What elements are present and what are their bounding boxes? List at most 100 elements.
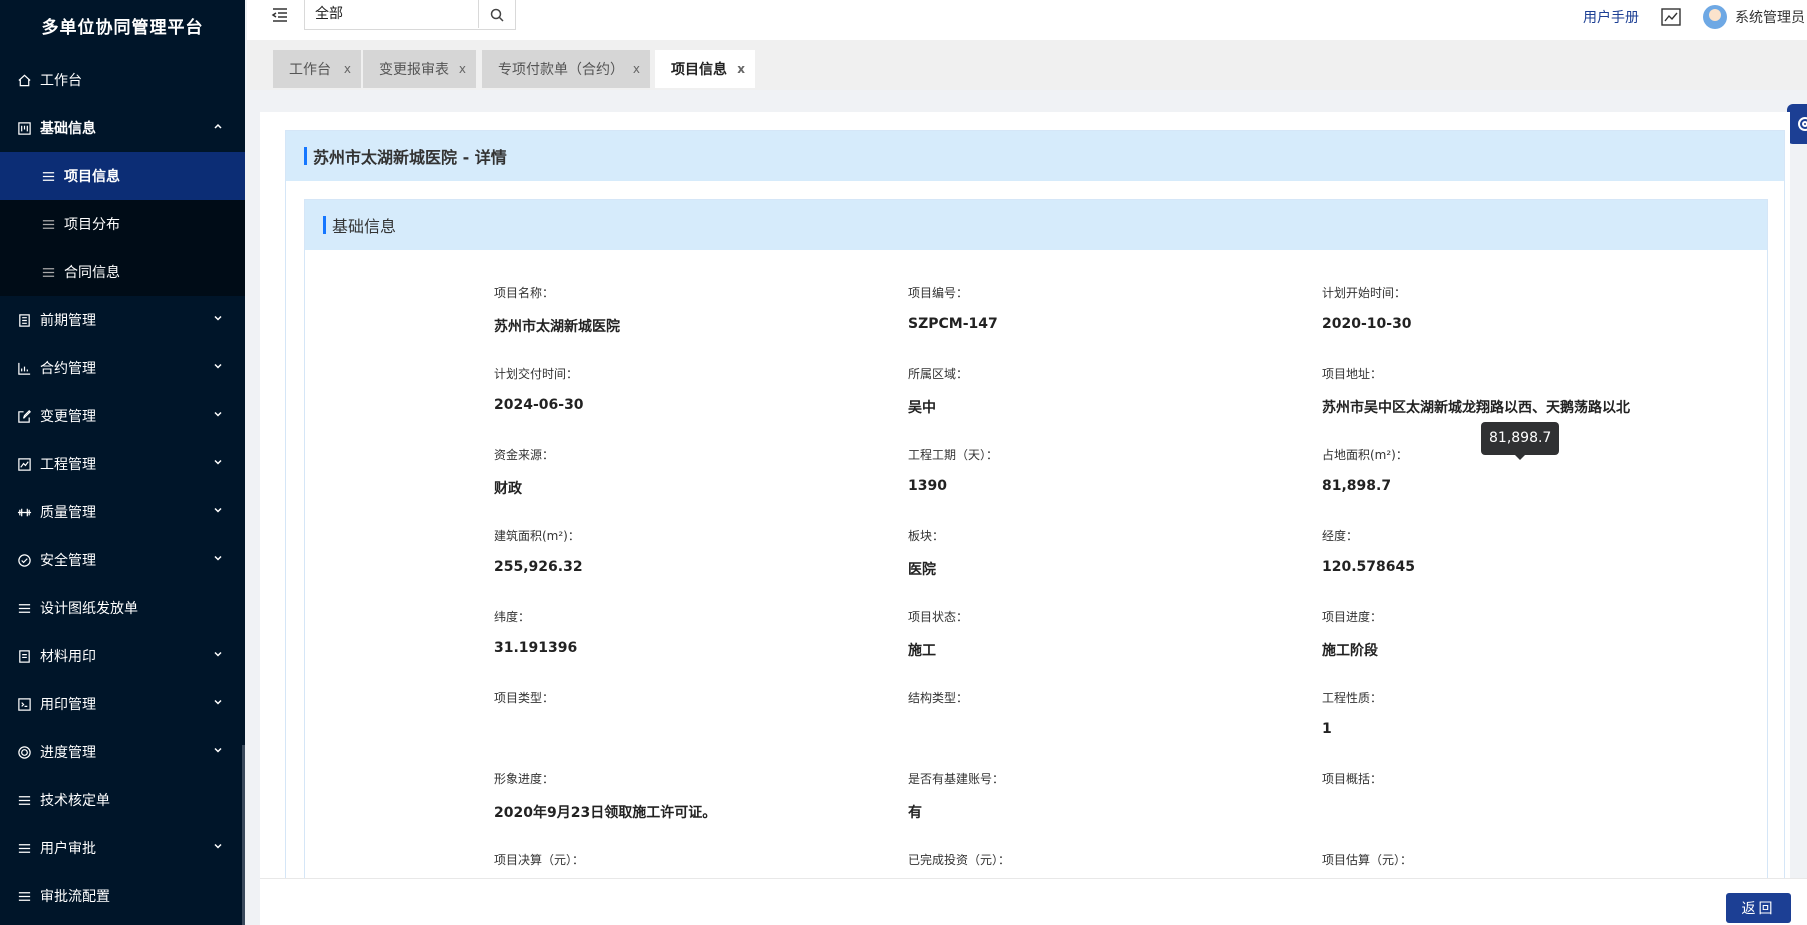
avatar[interactable] [1703,5,1727,29]
list-icon [40,216,56,232]
chevron-down-icon [214,699,222,705]
gear-icon [1798,117,1807,131]
field-value: 医院 [908,562,936,578]
field-region: 所属区域： 吴中 [908,365,1288,417]
dashboard-icon [16,120,32,136]
chevron-down-icon [214,555,222,561]
tab-bar: 工作台 x 变更报审表 x 专项付款单（合约） x 项目信息 x [247,40,1807,144]
line-chart-icon[interactable] [1661,8,1681,26]
sidebar-item-project-info[interactable]: 项目信息 [0,152,245,200]
sidebar-item-approval-flow[interactable]: 审批流配置 [0,872,245,920]
field-duration: 工程工期（天）： 1390 [908,446,1288,498]
sidebar-item-label: 设计图纸发放单 [40,601,138,617]
chevron-up-icon [214,123,222,129]
search-select: 全部 [304,0,516,30]
document-icon [16,312,32,328]
footer-bar: 返回 [260,878,1807,925]
close-icon[interactable]: x [737,62,745,76]
sidebar-item-progress-mgmt[interactable]: 进度管理 [0,728,245,776]
field-estimate: 项目估算（元）： [1322,851,1702,879]
sidebar-item-quality-mgmt[interactable]: 质量管理 [0,488,245,536]
field-fund-source: 资金来源： 财政 [494,446,874,498]
field-label: 资金来源： [494,448,555,462]
section-accent-bar [323,216,326,234]
chevron-down-icon [214,747,222,753]
user-manual-link[interactable]: 用户手册 [1583,7,1639,27]
chevron-down-icon [214,363,222,369]
sidebar-item-label: 安全管理 [40,553,96,569]
username[interactable]: 系统管理员 [1735,7,1805,27]
sidebar-item-material-seal[interactable]: 材料用印 [0,632,245,680]
close-icon[interactable]: x [344,62,351,76]
sidebar-item-change-mgmt[interactable]: 变更管理 [0,392,245,440]
sidebar-item-workbench[interactable]: 工作台 [0,56,245,104]
sidebar-item-project-distribution[interactable]: 项目分布 [0,200,245,248]
field-value: 120.578645 [1322,559,1415,575]
sidebar-item-user-approval[interactable]: 用户审批 [0,824,245,872]
field-value: 苏州市太湖新城医院 [494,319,620,335]
search-input[interactable]: 全部 [305,0,479,28]
field-value [908,721,1288,741]
list-icon [16,600,32,616]
tab-project-info[interactable]: 项目信息 x [655,50,755,88]
field-value: 2020-10-30 [1322,316,1412,332]
detail-header: 苏州市太湖新城医院 - 详情 [286,131,1784,181]
field-label: 项目状态： [908,610,969,624]
edit-icon [16,408,32,424]
sidebar-item-label: 前期管理 [40,313,96,329]
top-right-actions: 用户手册 系统管理员 [1583,0,1807,34]
sidebar-item-contract-info[interactable]: 合同信息 [0,248,245,296]
tab-special-payment[interactable]: 专项付款单（合约） x [482,50,650,88]
back-button[interactable]: 返回 [1726,893,1791,923]
field-completed-investment: 已完成投资（元）： [908,851,1288,879]
settings-button[interactable] [1787,104,1807,144]
close-icon[interactable]: x [459,62,466,76]
sidebar-item-label: 质量管理 [40,505,96,521]
sidebar-item-seal-mgmt[interactable]: 用印管理 [0,680,245,728]
field-label: 项目决算（元）： [494,853,585,867]
field-label: 项目地址： [1322,367,1383,381]
sidebar-item-label: 变更管理 [40,409,96,425]
sidebar-item-contract-mgmt[interactable]: 合约管理 [0,344,245,392]
sidebar-item-label: 用户审批 [40,841,96,857]
field-label: 建筑面积(m²)： [494,529,580,543]
field-plan-start: 计划开始时间： 2020-10-30 [1322,284,1702,336]
sidebar-scrollbar[interactable] [242,745,245,925]
section-header: 基础信息 [305,200,1767,250]
submenu-basic-info: 项目信息 项目分布 合同信息 [0,152,245,296]
field-label: 项目概括： [1322,772,1383,786]
close-icon[interactable]: x [633,62,640,76]
field-longitude: 经度： 120.578645 [1322,527,1702,579]
tab-label: 变更报审表 [379,62,449,78]
search-icon [490,8,504,22]
field-value: 有 [908,805,922,821]
target-icon [16,744,32,760]
field-structure-type: 结构类型： [908,689,1288,741]
sidebar-item-label: 进度管理 [40,745,96,761]
sidebar-item-design-drawings[interactable]: 设计图纸发放单 [0,584,245,632]
field-project-code: 项目编号： SZPCM-147 [908,284,1288,336]
sidebar-item-basic-info[interactable]: 基础信息 [0,104,245,152]
list-icon [40,168,56,184]
sidebar-item-label: 项目分布 [64,217,120,233]
field-label: 计划开始时间： [1322,286,1407,300]
sidebar-item-engineering-mgmt[interactable]: 工程管理 [0,440,245,488]
tab-label: 专项付款单（合约） [498,62,624,78]
chevron-down-icon [214,651,222,657]
field-value [1322,802,1702,822]
title-accent-bar [304,147,307,165]
main-content: 苏州市太湖新城医院 - 详情 基础信息 项目名称： 苏州市太湖新城医院 项目编号：… [260,112,1790,879]
field-plan-delivery: 计划交付时间： 2024-06-30 [494,365,874,417]
sidebar-item-safety-mgmt[interactable]: 安全管理 [0,536,245,584]
field-value: 31.191396 [494,640,578,656]
sidebar: 多单位协同管理平台 工作台 基础信息 项目信息 项目分布 合同信息 前期管理 合… [0,0,245,925]
tab-change-report[interactable]: 变更报审表 x [363,50,476,88]
field-label: 形象进度： [494,772,555,786]
tab-workbench[interactable]: 工作台 x [273,50,361,88]
menu-fold-icon[interactable] [271,6,289,24]
field-final-account: 项目决算（元）： [494,851,874,879]
sidebar-item-tech-verification[interactable]: 技术核定单 [0,776,245,824]
sidebar-item-preliminary[interactable]: 前期管理 [0,296,245,344]
search-button[interactable] [479,0,515,29]
field-value: 2024-06-30 [494,397,584,413]
